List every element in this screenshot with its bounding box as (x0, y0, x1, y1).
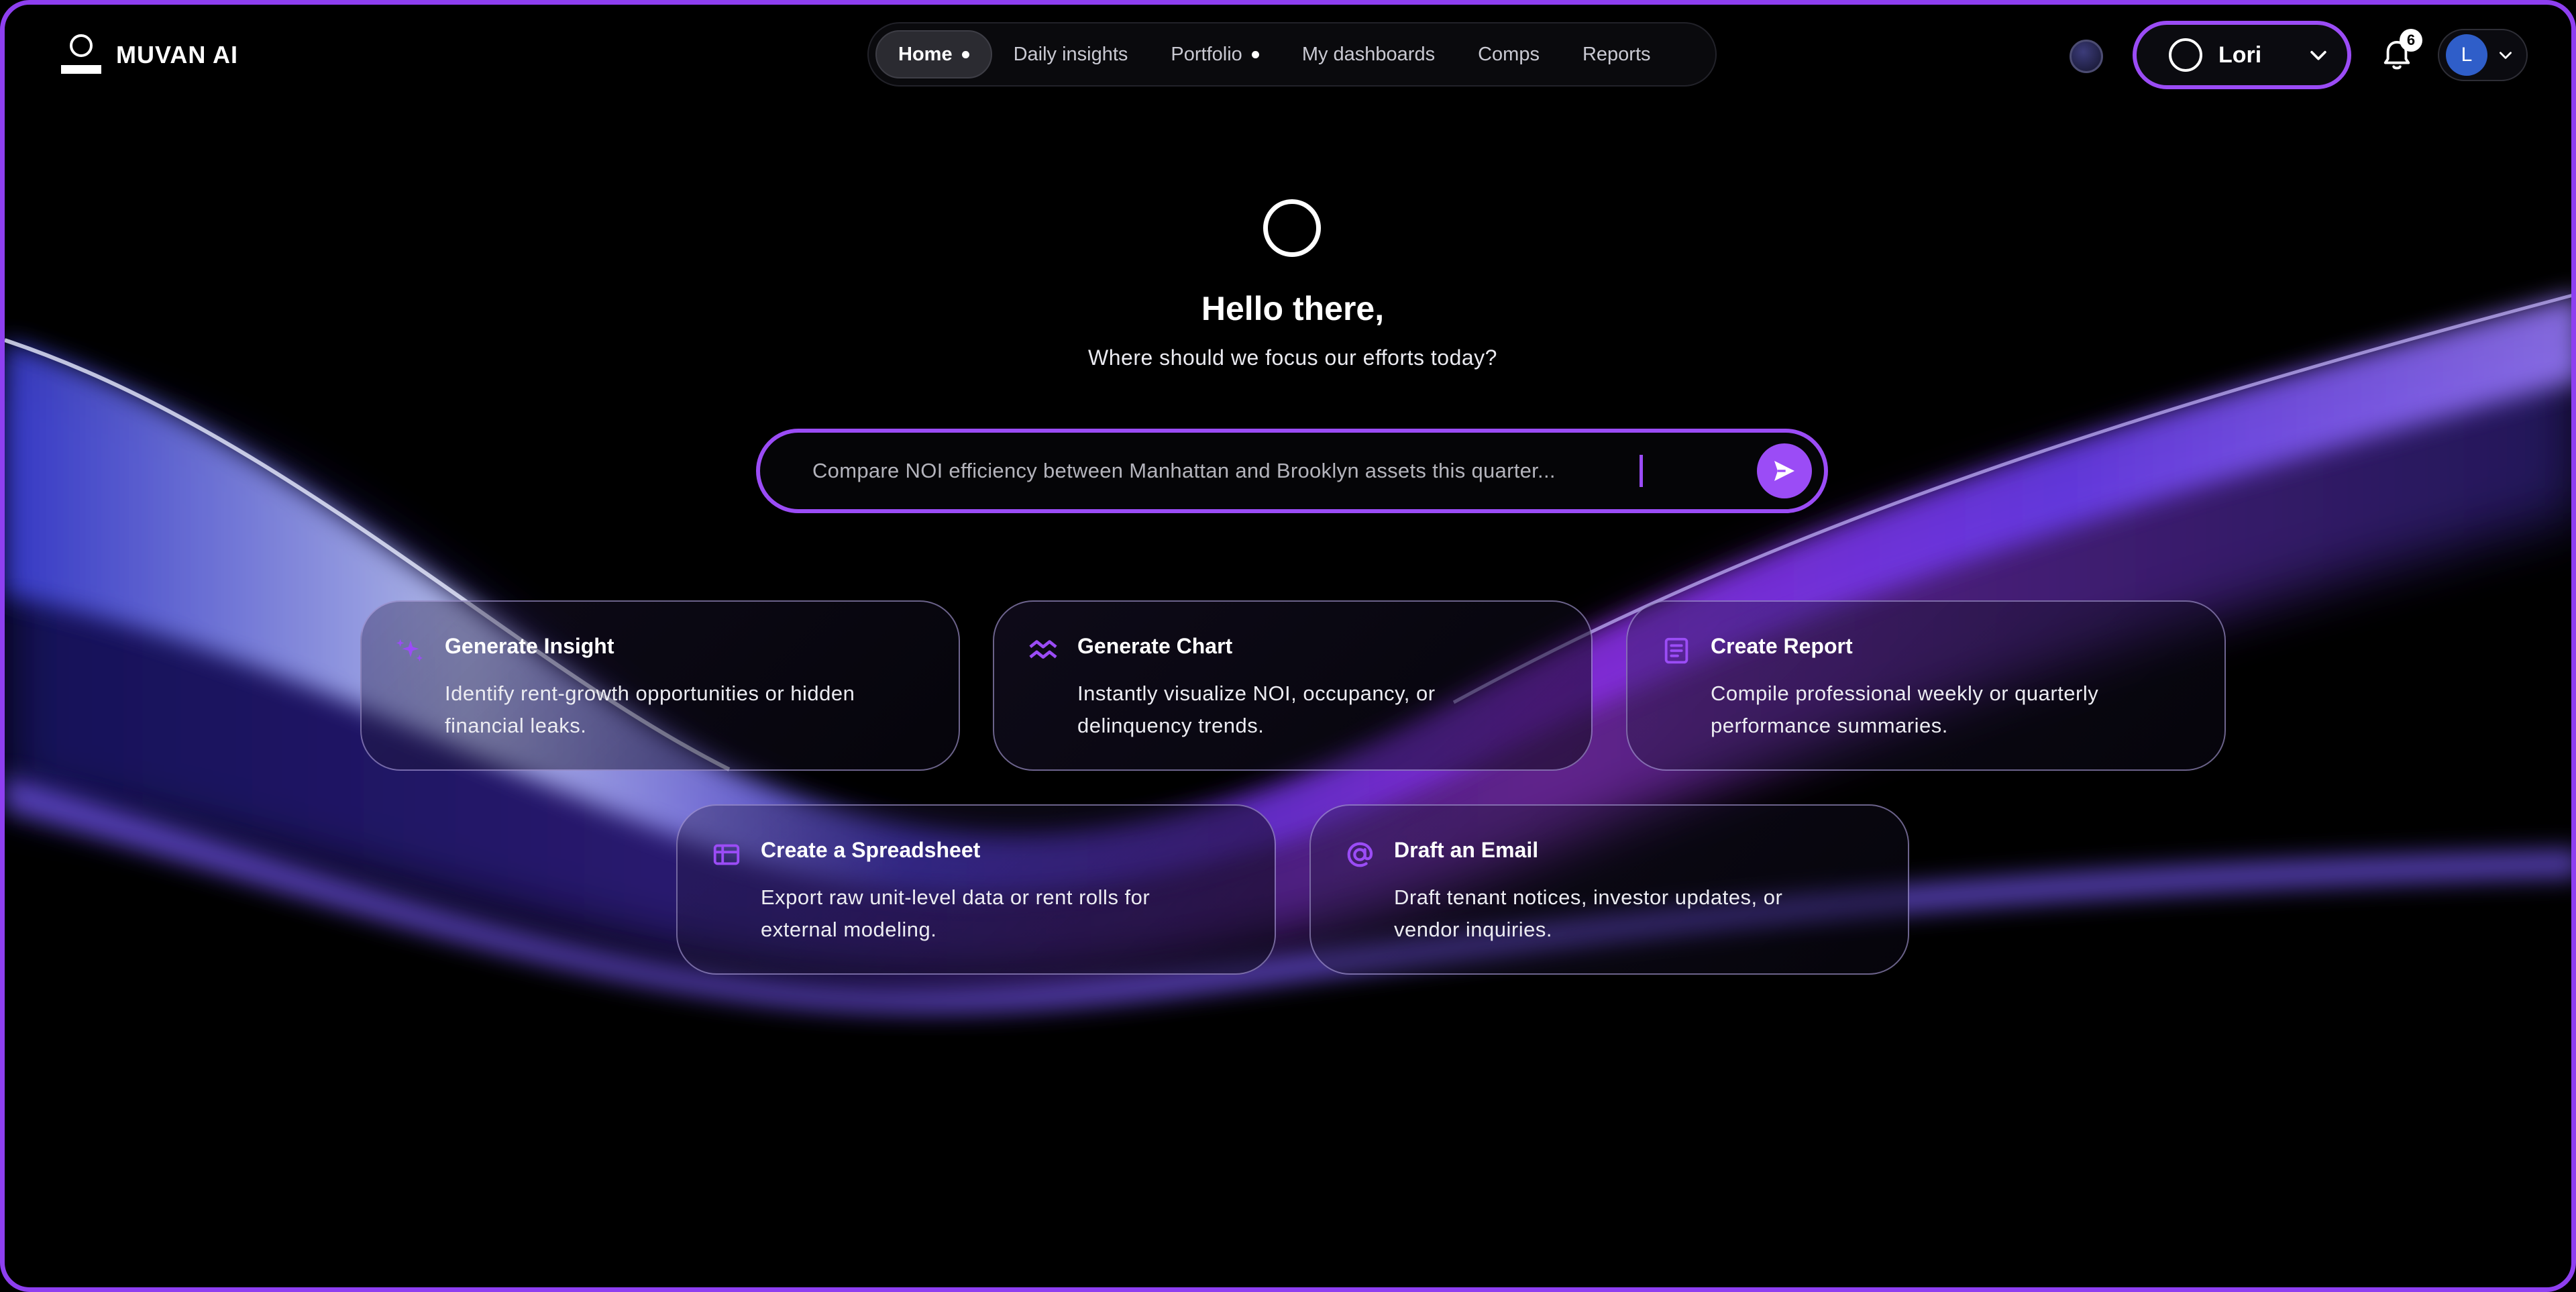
card-title: Create Report (1711, 634, 1853, 658)
spreadsheet-icon (713, 844, 740, 865)
brand-name: MUVAN AI (116, 41, 238, 68)
card-title: Generate Chart (1077, 634, 1233, 658)
workspace-user-selector[interactable]: Lori (2133, 21, 2351, 89)
card-draft-email[interactable]: Draft an Email Draft tenant notices, inv… (1309, 804, 1909, 975)
at-sign-icon (1347, 842, 1373, 867)
greeting-subtitle: Where should we focus our efforts today? (1088, 345, 1497, 370)
nav-daily-insights-label: Daily insights (1013, 43, 1128, 65)
nav-comps-label: Comps (1478, 43, 1540, 65)
card-description-line: Export raw unit-level data or rent rolls… (761, 885, 1150, 909)
card-description-line: Identify rent-growth opportunities or hi… (445, 682, 855, 705)
card-description: Compile professional weekly or quarterly… (1711, 678, 2178, 742)
logo-icon (61, 34, 101, 76)
card-description-line: Compile professional weekly or quarterly (1711, 682, 2099, 705)
card-title: Create a Spreadsheet (761, 838, 981, 862)
document-icon (1664, 637, 1688, 664)
card-title: Generate Insight (445, 634, 614, 658)
nav-my-dashboards-label: My dashboards (1301, 43, 1436, 65)
nav-home-dot (961, 50, 969, 58)
nav-portfolio[interactable]: Portfolio (1149, 30, 1280, 78)
chevron-down-icon (2500, 52, 2512, 59)
prompt-bar (756, 429, 1828, 513)
text-caret (1640, 455, 1643, 487)
card-generate-chart[interactable]: Generate Chart Instantly visualize NOI, … (993, 600, 1593, 771)
card-description: Draft tenant notices, investor updates, … (1394, 881, 1861, 946)
card-description-line: Draft tenant notices, investor updates, … (1394, 885, 1783, 909)
nav-portfolio-label: Portfolio (1171, 43, 1242, 65)
card-description: Instantly visualize NOI, occupancy, or d… (1077, 678, 1544, 742)
nav-daily-insights[interactable]: Daily insights (992, 30, 1150, 78)
nav-home-label: Home (898, 43, 953, 65)
app-window: MUVAN AI Home Daily insights Portfolio M… (0, 0, 2576, 1292)
card-description-line: Instantly visualize NOI, occupancy, or (1077, 682, 1436, 705)
main-nav: Home Daily insights Portfolio My dashboa… (867, 22, 1717, 87)
card-description-line: performance summaries. (1711, 714, 1948, 737)
card-description-line: financial leaks. (445, 714, 587, 737)
account-menu-button[interactable]: L (2438, 29, 2528, 81)
card-description: Export raw unit-level data or rent rolls… (761, 881, 1228, 946)
send-icon (1774, 461, 1794, 481)
chart-trend-icon (1029, 640, 1057, 659)
chevron-down-icon (2310, 50, 2326, 60)
notification-count-badge: 6 (2400, 29, 2422, 52)
user-name: Lori (2218, 42, 2262, 68)
nav-portfolio-dot (1251, 50, 1259, 58)
sparkles-icon (396, 639, 423, 662)
avatar: L (2446, 34, 2487, 76)
nav-reports-label: Reports (1582, 43, 1651, 65)
nav-comps[interactable]: Comps (1456, 30, 1561, 78)
send-button[interactable] (1757, 443, 1812, 498)
nav-reports[interactable]: Reports (1561, 30, 1672, 78)
card-description-line: vendor inquiries. (1394, 918, 1552, 941)
greeting-title: Hello there, (1201, 290, 1385, 327)
card-create-report[interactable]: Create Report Compile professional weekl… (1626, 600, 2226, 771)
card-description-line: delinquency trends. (1077, 714, 1265, 737)
theme-toggle-button[interactable] (2070, 40, 2103, 73)
card-generate-insight[interactable]: Generate Insight Identify rent-growth op… (360, 600, 960, 771)
user-ring-icon (2169, 38, 2202, 72)
prompt-input[interactable] (812, 459, 1640, 483)
card-create-spreadsheet[interactable]: Create a Spreadsheet Export raw unit-lev… (676, 804, 1276, 975)
assistant-ring-icon (1263, 199, 1321, 257)
card-description-line: external modeling. (761, 918, 937, 941)
brand-logo[interactable]: MUVAN AI (61, 34, 238, 76)
card-title: Draft an Email (1394, 838, 1539, 862)
nav-my-dashboards[interactable]: My dashboards (1281, 30, 1456, 78)
card-description: Identify rent-growth opportunities or hi… (445, 678, 912, 742)
nav-home[interactable]: Home (875, 30, 992, 78)
